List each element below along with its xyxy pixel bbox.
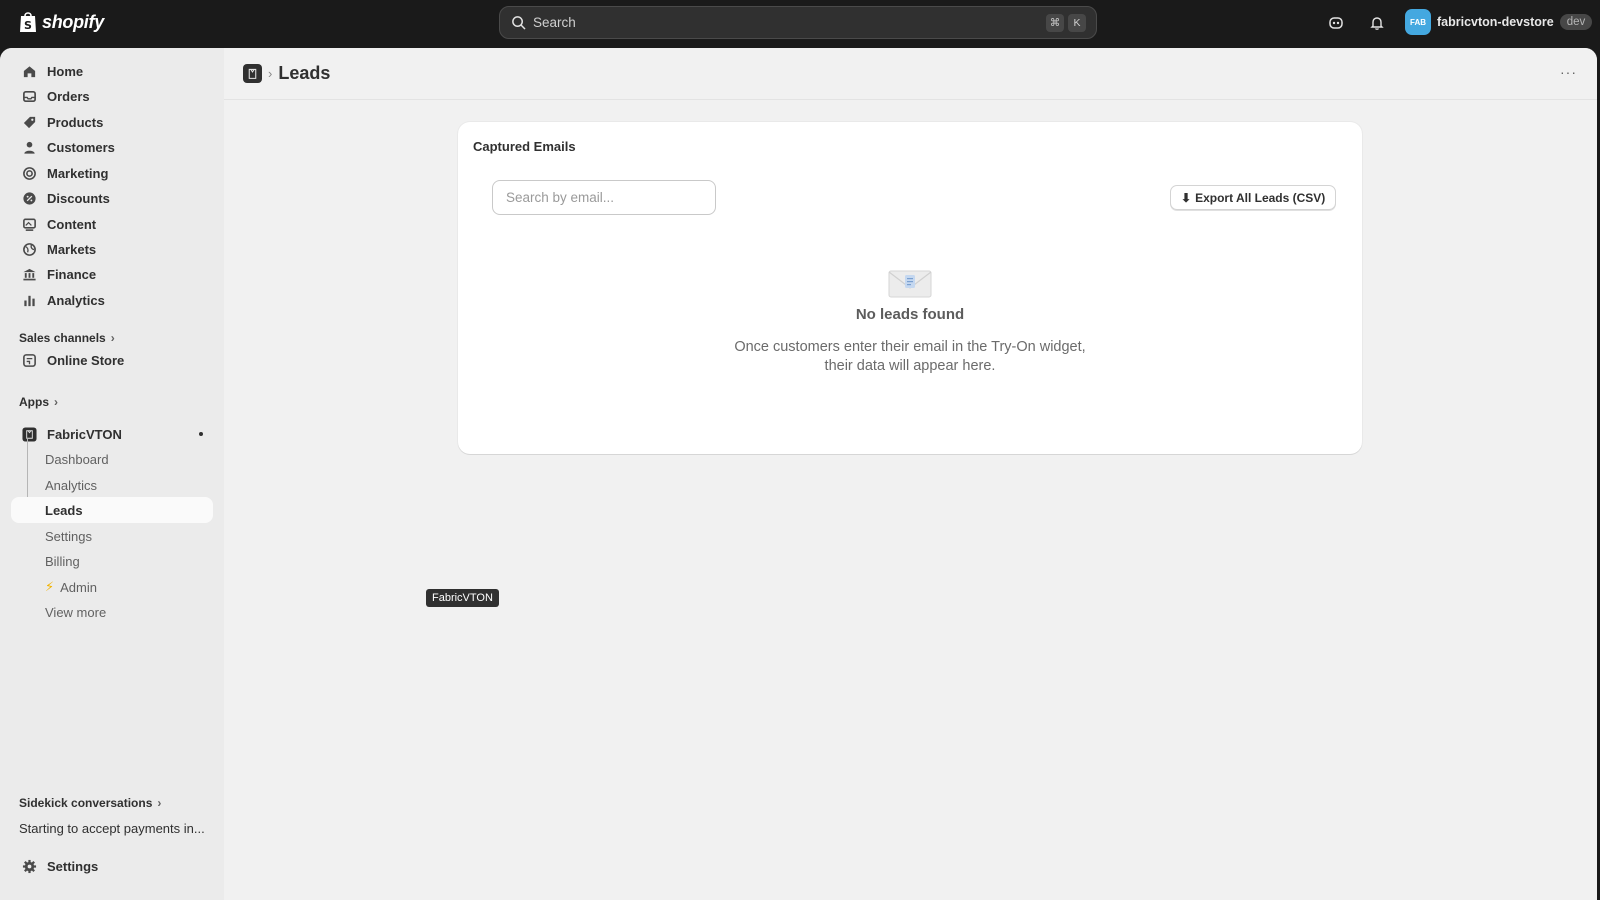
store-avatar: FAB (1405, 9, 1431, 35)
orders-icon (21, 88, 37, 104)
shortcut-key-k: K (1068, 14, 1086, 32)
sidebar-item-label: Settings (47, 858, 99, 874)
shortcut-key-cmd: ⌘ (1046, 14, 1064, 32)
export-leads-button[interactable]: ⬇ Export All Leads (CSV) (1170, 185, 1337, 210)
pin-dot-icon[interactable] (199, 432, 203, 436)
breadcrumb-separator: › (268, 66, 273, 81)
sidebar-item-label: Content (47, 216, 97, 232)
search-placeholder: Search (533, 15, 576, 30)
app-subitem-dashboard[interactable]: Dashboard (11, 446, 213, 472)
tooltip: FabricVTON (426, 589, 499, 607)
env-badge: dev (1559, 14, 1593, 30)
sidebar-item-orders[interactable]: Orders (11, 83, 213, 109)
top-bar: S shopify Search ⌘ K FAB fabricvton-devs… (0, 0, 1600, 48)
main-content: › Leads ··· Captured Emails ⬇ Export All… (224, 48, 1597, 900)
sidebar-item-label: Home (47, 63, 84, 79)
sidebar-item-content[interactable]: Content (11, 211, 213, 237)
gear-icon (21, 858, 37, 874)
sidebar-item-discounts[interactable]: Discounts (11, 185, 213, 211)
store-switcher[interactable]: FAB fabricvton-devstore dev (1405, 9, 1593, 35)
target-icon (21, 165, 37, 181)
sidebar-item-settings[interactable]: Settings (11, 853, 213, 879)
page-title: Leads (278, 63, 331, 83)
tag-icon (21, 114, 37, 130)
store-name: fabricvton-devstore (1437, 15, 1554, 29)
sidebar-item-online-store[interactable]: Online Store (11, 347, 213, 373)
sidebar-item-analytics[interactable]: Analytics (11, 287, 213, 313)
sidekick-icon[interactable] (1325, 12, 1347, 34)
sidebar-item-label: Online Store (47, 352, 125, 368)
sales-channels-header[interactable]: Sales channels › (19, 331, 115, 345)
card-title: Captured Emails (473, 139, 576, 154)
sidebar: Home Orders Products Customers Marketing… (0, 48, 224, 900)
sidebar-item-label: Customers (47, 139, 115, 155)
sidebar-item-label: Orders (47, 88, 90, 104)
sidebar-item-label: Analytics (47, 292, 105, 308)
email-search-input[interactable] (492, 180, 716, 215)
admin-frame: Home Orders Products Customers Marketing… (0, 48, 1597, 900)
chevron-right-icon: › (54, 395, 58, 409)
app-subitem-analytics[interactable]: Analytics (11, 472, 213, 498)
more-actions-button[interactable]: ··· (1560, 64, 1577, 80)
content-icon (21, 216, 37, 232)
sidebar-item-fabricvton[interactable]: FabricVTON (11, 421, 213, 447)
bell-icon[interactable] (1366, 12, 1388, 34)
sidebar-item-label: Marketing (47, 165, 109, 181)
lightning-icon: ⚡ (45, 579, 55, 594)
app-subitem-view-more[interactable]: View more (11, 599, 213, 625)
bank-icon (21, 266, 37, 282)
apps-header[interactable]: Apps › (19, 395, 58, 409)
sidebar-item-customers[interactable]: Customers (11, 134, 213, 160)
chevron-right-icon: › (157, 796, 162, 810)
app-subitem-admin[interactable]: ⚡ Admin (11, 574, 213, 600)
app-subitem-settings[interactable]: Settings (11, 523, 213, 549)
store-icon (21, 352, 37, 368)
fabricvton-app-icon (21, 426, 37, 442)
logo-text: shopify (42, 11, 104, 32)
export-button-label: Export All Leads (CSV) (1195, 190, 1326, 205)
globe-icon (21, 241, 37, 257)
global-search-bar[interactable]: Search ⌘ K (499, 6, 1097, 39)
envelope-icon (888, 270, 932, 298)
sidebar-item-label: Products (47, 114, 104, 130)
shopify-bag-icon: S (20, 12, 36, 32)
sidebar-item-finance[interactable]: Finance (11, 261, 213, 287)
download-arrow-icon: ⬇ (1181, 190, 1192, 205)
sidebar-item-label: Discounts (47, 190, 110, 206)
captured-emails-card: Captured Emails ⬇ Export All Leads (CSV)… (458, 122, 1362, 454)
empty-desc-line: Once customers enter their email in the … (734, 339, 1086, 355)
sidebar-item-marketing[interactable]: Marketing (11, 160, 213, 186)
section-label: Sales channels (19, 331, 106, 345)
sidekick-conversation-item[interactable]: Starting to accept payments in... (19, 821, 205, 836)
sidebar-item-label: Finance (47, 266, 97, 282)
sidebar-item-products[interactable]: Products (11, 109, 213, 135)
search-icon (512, 16, 526, 30)
empty-state-description: Once customers enter their email in the … (710, 338, 1110, 375)
bar-chart-icon (21, 292, 37, 308)
sub-item-label: Admin (60, 579, 97, 595)
sidebar-item-label: FabricVTON (47, 426, 122, 442)
app-subitem-billing[interactable]: Billing (11, 548, 213, 574)
svg-text:S: S (24, 19, 32, 32)
person-icon (21, 139, 37, 155)
discount-icon (21, 190, 37, 206)
chevron-right-icon: › (110, 331, 115, 345)
empty-state-title: No leads found (855, 306, 965, 323)
section-label: Sidekick conversations (19, 796, 153, 810)
sidebar-item-home[interactable]: Home (11, 58, 213, 84)
sidebar-item-markets[interactable]: Markets (11, 236, 213, 262)
empty-desc-line: their data will appear here. (824, 357, 996, 374)
app-subitem-leads[interactable]: Leads (11, 497, 213, 523)
fabricvton-app-icon[interactable] (243, 64, 262, 83)
home-icon (21, 63, 37, 79)
section-label: Apps (19, 395, 49, 409)
sidebar-item-label: Markets (47, 241, 97, 257)
sidekick-conversations-header[interactable]: Sidekick conversations › (19, 796, 161, 810)
shopify-logo[interactable]: S shopify (18, 10, 104, 34)
page-header: › Leads ··· (224, 48, 1597, 100)
